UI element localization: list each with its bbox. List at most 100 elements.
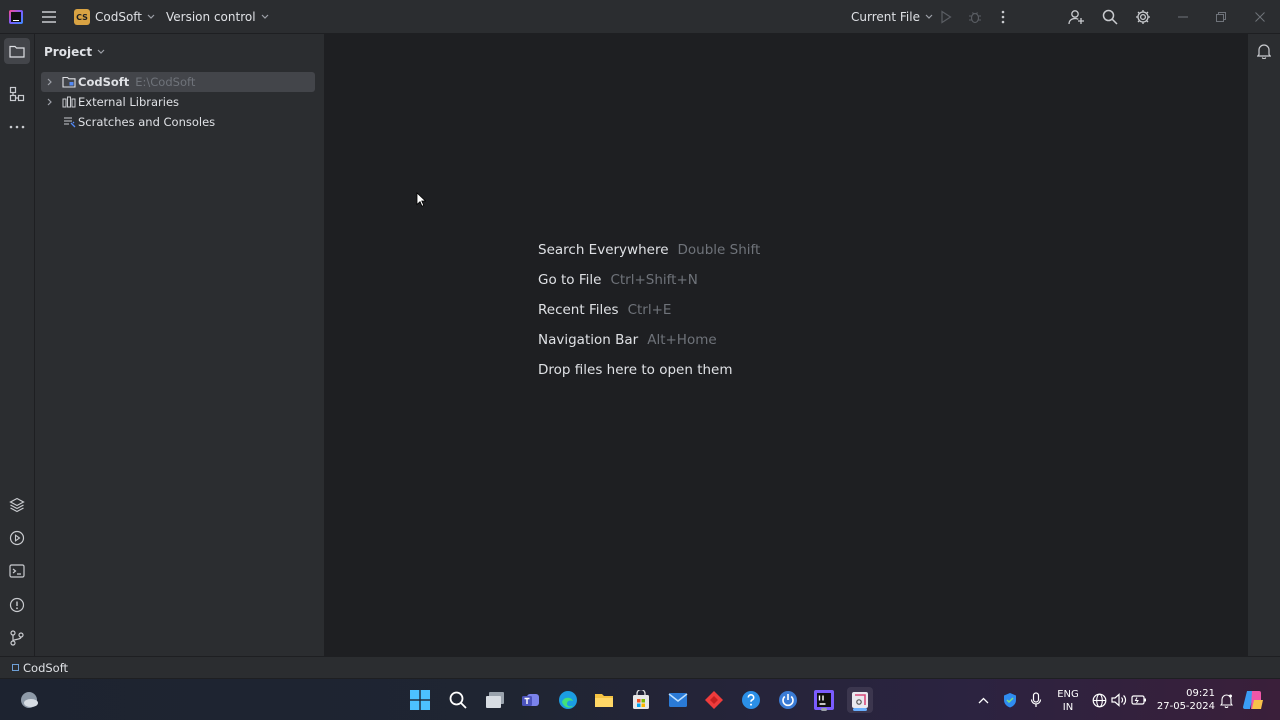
battery-tray-icon[interactable] xyxy=(1126,687,1152,713)
defender-tray-icon[interactable] xyxy=(997,687,1023,713)
hint-drop-files: Drop files here to open them xyxy=(538,362,733,378)
layers-tool-button[interactable] xyxy=(4,492,30,518)
debug-button[interactable] xyxy=(968,0,982,34)
power-app-button[interactable] xyxy=(775,687,801,713)
hint-search-everywhere: Search Everywhere Double Shift xyxy=(538,242,761,258)
chevron-up-icon xyxy=(978,697,988,703)
gear-icon xyxy=(1136,10,1150,24)
intellij-taskbar-button[interactable] xyxy=(811,687,837,713)
folder-icon xyxy=(9,45,25,58)
task-view-button[interactable] xyxy=(482,687,508,713)
notification-center-button[interactable] xyxy=(1213,687,1239,713)
notification-bell-icon xyxy=(1219,693,1233,708)
cursor-arrow-icon xyxy=(416,192,427,207)
snipping-tool-button[interactable] xyxy=(847,687,873,713)
tree-item-name: External Libraries xyxy=(78,95,180,109)
run-button[interactable] xyxy=(940,0,952,34)
tree-label: CodSoft E:\CodSoft xyxy=(78,75,195,89)
shield-icon xyxy=(1004,693,1016,708)
task-view-icon xyxy=(486,692,504,708)
play-icon xyxy=(941,10,952,24)
structure-icon xyxy=(9,86,25,102)
project-selector[interactable]: CS CodSoft xyxy=(74,0,155,34)
problems-icon xyxy=(9,597,25,613)
notifications-button[interactable] xyxy=(1251,38,1277,64)
right-tool-strip xyxy=(1247,34,1280,656)
minimize-icon xyxy=(1178,16,1188,18)
more-tools-button[interactable] xyxy=(4,114,30,140)
active-indicator xyxy=(853,708,867,711)
snipping-tool-icon xyxy=(852,692,868,708)
anydesk-icon xyxy=(705,691,723,709)
more-actions-button[interactable] xyxy=(1001,0,1005,34)
taskbar-search-button[interactable] xyxy=(445,687,471,713)
status-breadcrumb[interactable]: CodSoft xyxy=(23,661,68,675)
start-button[interactable] xyxy=(407,687,433,713)
editor-area[interactable]: Search Everywhere Double Shift Go to File… xyxy=(326,34,1246,656)
power-icon xyxy=(779,691,797,709)
project-badge: CS xyxy=(74,9,90,25)
edge-button[interactable] xyxy=(555,687,581,713)
project-tool-button[interactable] xyxy=(4,38,30,64)
mail-button[interactable] xyxy=(665,687,691,713)
teams-icon xyxy=(522,694,539,706)
run-config-selector[interactable]: Current File xyxy=(851,0,933,34)
tree-row-external-libraries[interactable]: External Libraries xyxy=(35,92,325,112)
search-icon xyxy=(1102,9,1118,25)
add-user-icon xyxy=(1068,10,1084,25)
weather-widget[interactable] xyxy=(16,687,42,713)
show-hidden-icons-button[interactable] xyxy=(970,687,996,713)
scratches-icon xyxy=(62,115,76,129)
problems-tool-button[interactable] xyxy=(4,592,30,618)
bell-icon xyxy=(1257,44,1271,59)
layers-icon xyxy=(9,497,25,513)
code-with-me-button[interactable] xyxy=(1068,0,1085,34)
store-button[interactable] xyxy=(628,687,654,713)
microphone-icon xyxy=(1030,692,1042,707)
copilot-button[interactable] xyxy=(1240,687,1266,713)
chevron-down-icon xyxy=(97,49,105,54)
language-indicator[interactable]: ENG IN xyxy=(1053,688,1083,714)
services-tool-button[interactable] xyxy=(4,525,30,551)
help-button[interactable] xyxy=(738,687,764,713)
file-explorer-button[interactable] xyxy=(591,687,617,713)
hint-navigation-bar: Navigation Bar Alt+Home xyxy=(538,332,717,348)
terminal-tool-button[interactable] xyxy=(4,558,30,584)
main-menu-button[interactable] xyxy=(41,0,57,34)
vcs-widget[interactable]: Version control xyxy=(166,0,269,34)
globe-icon xyxy=(1092,693,1106,707)
structure-tool-button[interactable] xyxy=(4,81,30,107)
git-tool-button[interactable] xyxy=(4,625,30,651)
tree-row-scratches[interactable]: Scratches and Consoles xyxy=(35,112,325,132)
git-icon xyxy=(10,630,24,646)
chevron-right-icon[interactable] xyxy=(45,77,55,87)
minimize-button[interactable] xyxy=(1164,0,1202,34)
search-icon xyxy=(449,691,467,709)
restore-button[interactable] xyxy=(1202,0,1240,34)
search-everywhere-button[interactable] xyxy=(1102,0,1118,34)
speaker-icon xyxy=(1111,693,1127,707)
project-name: CodSoft xyxy=(95,10,143,24)
title-bar: CS CodSoft Version control Current File xyxy=(0,0,1280,34)
mail-icon xyxy=(668,693,688,707)
folder-icon xyxy=(62,75,76,89)
teams-button[interactable] xyxy=(518,687,544,713)
close-button[interactable] xyxy=(1241,0,1279,34)
clock[interactable]: 09:21 27-05-2024 xyxy=(1155,687,1215,713)
bug-icon xyxy=(969,12,981,24)
hint-go-to-file: Go to File Ctrl+Shift+N xyxy=(538,272,698,288)
running-indicator xyxy=(821,708,827,711)
module-icon xyxy=(12,664,19,671)
hamburger-icon xyxy=(42,11,56,23)
chevron-down-icon xyxy=(261,14,268,19)
more-icon xyxy=(9,125,25,129)
project-panel-header[interactable]: Project xyxy=(44,44,105,60)
anydesk-button[interactable] xyxy=(701,687,727,713)
weather-cloud-icon xyxy=(21,692,38,708)
settings-button[interactable] xyxy=(1135,0,1151,34)
app-logo[interactable] xyxy=(9,0,23,34)
chevron-right-icon[interactable] xyxy=(45,97,55,107)
tree-row-project-root[interactable]: CodSoft E:\CodSoft xyxy=(41,72,315,92)
chevron-down-icon xyxy=(147,14,155,19)
microphone-tray-icon[interactable] xyxy=(1023,687,1049,713)
